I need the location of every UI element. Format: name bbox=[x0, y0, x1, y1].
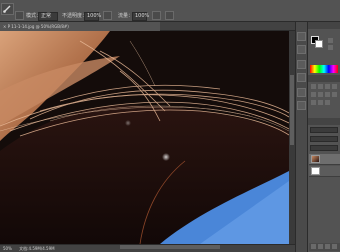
adjustments-grid bbox=[311, 84, 337, 106]
flow-label: 流量： bbox=[118, 13, 134, 19]
invert-icon[interactable] bbox=[325, 100, 330, 105]
fx-icon[interactable] bbox=[318, 244, 323, 249]
vibrance-icon[interactable] bbox=[311, 92, 316, 97]
options-bar: 模式： 正常 不透明度： 100% 流量： 100% bbox=[0, 0, 340, 22]
brightness-icon[interactable] bbox=[311, 84, 316, 89]
layer-row[interactable] bbox=[309, 154, 340, 165]
photo-filter-icon[interactable] bbox=[311, 100, 316, 105]
exposure-icon[interactable] bbox=[332, 84, 337, 89]
mode-dropdown[interactable]: 正常 bbox=[38, 12, 58, 21]
hue-icon[interactable] bbox=[318, 92, 323, 97]
color-panel-header[interactable] bbox=[308, 22, 340, 29]
trash-icon[interactable] bbox=[332, 244, 337, 249]
document-tab[interactable]: × P 11-1-14.jpg @ 50%(RGB/8#) bbox=[0, 22, 160, 31]
canvas[interactable] bbox=[0, 31, 289, 244]
opacity-field[interactable]: 100% bbox=[84, 12, 101, 21]
doc-info: 文档:4.59M/4.59M bbox=[19, 246, 55, 251]
bw-icon[interactable] bbox=[332, 92, 337, 97]
layers-panel-header[interactable] bbox=[308, 118, 340, 125]
layer-thumbnail bbox=[311, 155, 320, 163]
horizontal-scroll-thumb[interactable] bbox=[120, 245, 220, 249]
color-spectrum[interactable] bbox=[310, 65, 338, 73]
layer-opacity-field[interactable] bbox=[310, 136, 338, 142]
character-icon[interactable] bbox=[297, 88, 306, 97]
layer-row[interactable] bbox=[309, 166, 340, 177]
properties-icon[interactable] bbox=[297, 45, 306, 54]
link-icon[interactable] bbox=[311, 244, 316, 249]
photo-hair bbox=[0, 31, 289, 244]
adjustments-panel-header[interactable] bbox=[308, 75, 340, 82]
tablet-pressure-icon[interactable] bbox=[165, 11, 174, 20]
brush-preset-icon[interactable] bbox=[15, 11, 24, 20]
mixer-icon[interactable] bbox=[318, 100, 323, 105]
brush-panel-icon[interactable] bbox=[297, 60, 306, 69]
zoom-readout[interactable]: 50% bbox=[3, 246, 12, 251]
blend-mode-dropdown[interactable] bbox=[310, 127, 338, 133]
airbrush-icon[interactable] bbox=[152, 11, 161, 20]
background-color[interactable] bbox=[315, 40, 323, 48]
flow-field[interactable]: 100% bbox=[132, 12, 149, 21]
pressure-icon[interactable] bbox=[103, 11, 112, 20]
panel-icon-strip bbox=[295, 22, 308, 252]
balance-icon[interactable] bbox=[325, 92, 330, 97]
fill-field[interactable] bbox=[310, 145, 338, 151]
vertical-scroll-thumb[interactable] bbox=[290, 75, 294, 145]
history-icon[interactable] bbox=[297, 32, 306, 41]
paragraph-icon[interactable] bbox=[297, 101, 306, 110]
mode-value: 正常 bbox=[41, 13, 52, 19]
brush-tool-icon[interactable] bbox=[1, 3, 14, 15]
layer-mask-thumbnail bbox=[311, 167, 320, 175]
color-sliders[interactable] bbox=[328, 38, 338, 52]
new-layer-icon[interactable] bbox=[325, 244, 330, 249]
layers-footer bbox=[309, 243, 340, 251]
curves-icon[interactable] bbox=[325, 84, 330, 89]
clone-source-icon[interactable] bbox=[297, 73, 306, 82]
levels-icon[interactable] bbox=[318, 84, 323, 89]
